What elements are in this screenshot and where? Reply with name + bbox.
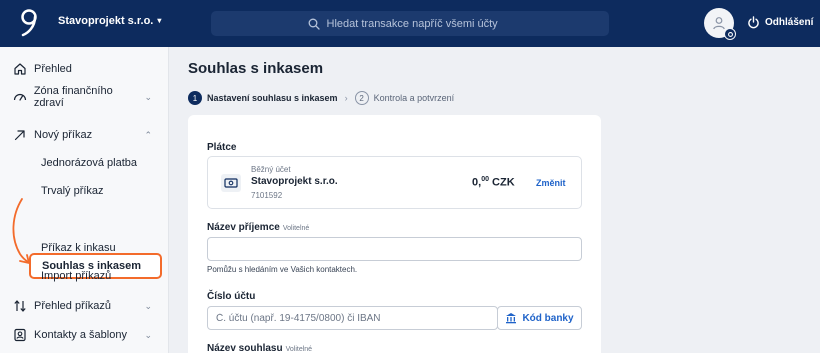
optional-tag: Volitelné <box>282 225 310 232</box>
logout-label: Odhlášení <box>765 17 814 28</box>
page-title: Souhlas s inkasem <box>188 60 324 77</box>
chevron-down-icon: ▾ <box>157 16 162 25</box>
bank-code-label: Kód banky <box>522 312 574 324</box>
form-card: Plátce Běžný účet Stavoprojekt s.r.o. 71… <box>188 115 601 353</box>
recipient-name-input[interactable] <box>207 237 582 261</box>
sidebar-item-label: Přehled příkazů <box>34 300 112 312</box>
sidebar-subitem-standing-order[interactable]: Trvalý příkaz <box>41 185 104 197</box>
recipient-name-label: Název příjemce Volitelné <box>207 222 310 233</box>
logout-button[interactable]: Odhlášení <box>747 16 813 29</box>
contacts-icon <box>12 327 28 343</box>
arrow-up-right-icon <box>12 127 28 143</box>
gear-icon[interactable] <box>724 28 736 40</box>
chevron-down-icon: ⌄ <box>144 329 152 340</box>
banknote-icon <box>221 174 241 192</box>
account-number-input[interactable] <box>207 306 498 330</box>
step-number: 2 <box>354 91 369 105</box>
account-name: Stavoprojekt s.r.o. <box>251 176 338 187</box>
account-number: 7101592 <box>251 191 283 200</box>
optional-tag: Volitelné <box>285 346 313 353</box>
chevron-up-icon: ⌃ <box>144 129 152 140</box>
company-name: Stavoprojekt s.r.o. <box>58 15 154 27</box>
logo-icon[interactable] <box>20 9 38 37</box>
sidebar-item-label: Kontakty a šablony <box>34 329 127 341</box>
search-icon <box>308 18 320 30</box>
sidebar-subitem-single-payment[interactable]: Jednorázová platba <box>41 157 137 169</box>
sidebar: Přehled Zóna finančního zdraví ⌄ Nový př… <box>0 47 169 353</box>
step-label: Kontrola a potvrzení <box>373 93 455 103</box>
avatar[interactable] <box>704 8 736 40</box>
account-type: Běžný účet <box>251 165 291 174</box>
power-icon <box>748 16 759 29</box>
gauge-icon <box>12 89 28 105</box>
chevron-right-icon: › <box>344 93 348 103</box>
bank-code-button[interactable]: Kód banky <box>497 306 582 330</box>
sidebar-item-label: Přehled <box>34 63 72 75</box>
recipient-hint: Pomůžu s hledáním ve Vašich kontaktech. <box>207 265 358 274</box>
payer-account-card: Běžný účet Stavoprojekt s.r.o. 7101592 0… <box>207 156 582 209</box>
sidebar-item-new-order[interactable]: Nový příkaz ⌃ <box>12 124 158 146</box>
step-number: 1 <box>188 91 202 105</box>
sidebar-subitem-import-orders[interactable]: Import příkazů <box>41 270 111 282</box>
bank-icon <box>506 313 517 324</box>
change-account-link[interactable]: Změnit <box>536 178 566 188</box>
sidebar-item-financial-health[interactable]: Zóna finančního zdraví ⌄ <box>12 85 158 109</box>
sidebar-item-orders-overview[interactable]: Přehled příkazů ⌄ <box>12 295 158 317</box>
annotation-arrow-icon <box>12 198 30 264</box>
company-switcher[interactable]: Stavoprojekt s.r.o. ▾ <box>58 15 161 27</box>
stepper: 1 Nastavení souhlasu s inkasem › 2 Kontr… <box>188 91 454 105</box>
sidebar-item-overview[interactable]: Přehled <box>12 58 158 80</box>
step-label: Nastavení souhlasu s inkasem <box>207 93 338 103</box>
search-input[interactable] <box>326 17 513 30</box>
sidebar-item-label: Nový příkaz <box>34 129 93 141</box>
sidebar-subitem-collection-order[interactable]: Příkaz k inkasu <box>41 242 116 254</box>
consent-name-label: Název souhlasu Volitelné <box>207 343 313 353</box>
payer-label: Plátce <box>207 142 237 153</box>
swap-arrows-icon <box>12 298 28 314</box>
user-icon <box>713 17 725 30</box>
account-balance: 0,00 CZK <box>472 176 515 189</box>
chevron-down-icon: ⌄ <box>144 91 152 102</box>
search-bar[interactable] <box>211 11 609 36</box>
sidebar-item-label: Zóna finančního zdraví <box>33 85 113 109</box>
home-icon <box>12 61 28 77</box>
chevron-down-icon: ⌄ <box>144 300 152 311</box>
top-bar: Stavoprojekt s.r.o. ▾ Odhlášení <box>0 0 820 47</box>
sidebar-item-contacts[interactable]: Kontakty a šablony ⌄ <box>12 324 158 346</box>
account-number-label: Číslo účtu <box>207 291 256 302</box>
